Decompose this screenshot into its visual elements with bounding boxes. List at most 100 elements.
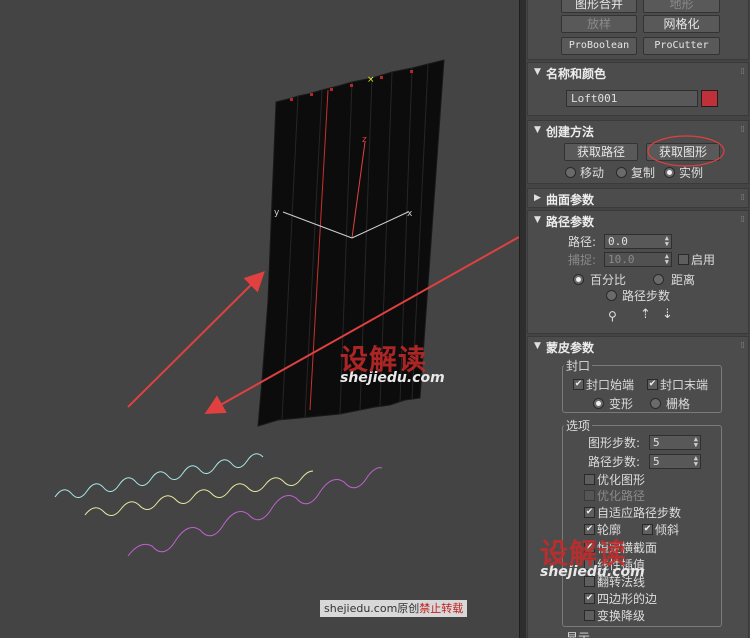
wave-shape-magenta[interactable] [127,467,383,557]
optimize-path-label: 优化路径 [597,489,646,503]
watermark-logo-text: 设解读 [340,343,428,376]
path-spinner[interactable]: 0.0 ▲ ▼ [604,234,672,249]
creation-method-title: 创建方法 [546,125,595,139]
spinner-arrows-icon[interactable]: ▲ ▼ [694,436,698,449]
gizmo-y-label: y [274,208,280,218]
procutter-button[interactable]: ProCutter [643,37,720,55]
watermark-logo-text: 设解读 [540,537,628,570]
name-color-rollout: ▼ 名称和颜色 ⁞⁞ Loft001 [527,62,749,116]
path-params-header[interactable]: ▼ 路径参数 ⁞⁞ [528,211,748,231]
snap-label: 捕捉: [568,253,597,267]
surface-params-header[interactable]: ▶ 曲面参数 ⁞⁞ [528,189,748,209]
grid-radio[interactable] [650,398,661,409]
path-label: 路径: [568,235,597,249]
display-title: 显示 [564,629,593,638]
gizmo-x-label: x [407,209,413,219]
optimize-path-checkbox[interactable] [584,490,595,501]
morph-radio[interactable] [593,398,604,409]
grip-dots-icon: ⁞⁞ [740,67,745,77]
grip-dots-icon: ⁞⁞ [740,193,745,203]
pick-shape-icon[interactable]: ⚲ [608,309,617,323]
mesher-button[interactable]: 网格化 [643,15,720,33]
creation-method-rollout: ▼ 创建方法 ⁞⁞ 获取路径 获取图形 移动 复制 实例 [527,120,749,184]
optimize-shapes-checkbox[interactable] [584,474,595,485]
credit-note: 禁止转载 [419,602,464,615]
snap-value: 10.0 [608,253,635,266]
transform-degrade-checkbox[interactable] [584,610,595,621]
credit-site: shejiedu.com原创 [324,602,420,615]
morph-label: 变形 [609,397,634,411]
object-name-field[interactable]: Loft001 [566,90,698,107]
path-steps-radio[interactable] [606,290,617,301]
grip-dots-icon: ⁞⁞ [740,125,745,135]
grip-dots-icon: ⁞⁞ [740,341,745,351]
spinner-arrows-icon[interactable]: ▲ ▼ [665,235,669,248]
expand-triangle-icon: ▶ [534,193,541,203]
credit-banner: shejiedu.com原创禁止转载 [320,600,468,617]
grid-label: 栅格 [666,397,691,411]
spinner-arrows-icon[interactable]: ▲ ▼ [694,455,698,468]
percentage-radio[interactable] [573,274,584,285]
spinner-arrows-icon[interactable]: ▲ ▼ [665,253,669,266]
shape-steps-spinner[interactable]: 5 ▲ ▼ [649,435,701,450]
collapse-triangle-icon: ▼ [534,125,541,135]
get-path-button[interactable]: 获取路径 [564,143,638,161]
snap-spinner[interactable]: 10.0 ▲ ▼ [604,252,672,267]
shape-steps-value: 5 [653,436,660,449]
instance-label: 实例 [679,166,704,180]
surface-params-title: 曲面参数 [546,193,595,207]
collapse-triangle-icon: ▼ [534,215,541,225]
gizmo-z-label: z [362,135,367,145]
adaptive-path-steps-checkbox[interactable]: ✔ [584,507,595,518]
collapse-triangle-icon: ▼ [534,341,541,351]
previous-shape-icon[interactable]: ⇡ [640,307,651,322]
loft-button[interactable]: 放样 [561,15,637,33]
cap-start-label: 封口始端 [586,378,635,392]
watermark-panel: 设解读 shejiedu.com [540,532,645,580]
skin-params-header[interactable]: ▼ 蒙皮参数 ⁞⁞ [528,337,748,357]
object-type-rollout: 图形合并 地形 放样 网格化 ProBoolean ProCutter [527,0,749,60]
options-title: 选项 [564,417,593,434]
optimize-shapes-label: 优化图形 [597,473,646,487]
wave-shape-cyan[interactable] [54,453,264,498]
cap-start-checkbox[interactable]: ✔ [573,379,584,390]
name-color-title: 名称和颜色 [546,67,607,81]
name-color-header[interactable]: ▼ 名称和颜色 ⁞⁞ [528,63,748,83]
shape-steps-label: 图形步数: [588,436,641,450]
snap-enable-label: 启用 [691,253,716,267]
percentage-label: 百分比 [590,273,627,287]
next-shape-icon[interactable]: ⇣ [662,307,673,322]
viewport-perspective[interactable]: × z y x 设解读 shejiedu.com shejiedu.com原创禁… [0,0,519,638]
cap-end-label: 封口末端 [660,378,709,392]
wave-shape-yellow[interactable] [84,470,314,516]
distance-radio[interactable] [653,274,664,285]
surface-params-rollout: ▶ 曲面参数 ⁞⁞ [527,188,749,208]
watermark-viewport: 设解读 shejiedu.com [340,338,445,386]
object-color-swatch[interactable] [701,90,718,107]
distance-label: 距离 [671,273,696,287]
collapse-triangle-icon: ▼ [534,67,541,77]
scene-canvas[interactable]: × z y x [0,0,519,638]
skin-path-steps-spinner[interactable]: 5 ▲ ▼ [649,454,701,469]
copy-label: 复制 [631,166,656,180]
proboolean-button[interactable]: ProBoolean [561,37,637,55]
skin-path-steps-label: 路径步数: [588,455,641,469]
skin-path-steps-value: 5 [653,455,660,468]
skin-params-title: 蒙皮参数 [546,341,595,355]
copy-radio[interactable] [616,167,627,178]
merge-shape-button[interactable]: 图形合并 [561,0,637,13]
instance-radio[interactable] [664,167,675,178]
grip-dots-icon: ⁞⁞ [740,215,745,225]
path-params-title: 路径参数 [546,215,595,229]
capping-title: 封口 [564,357,593,374]
cap-end-checkbox[interactable]: ✔ [647,379,658,390]
snap-enable-checkbox[interactable] [678,254,689,265]
path-params-rollout: ▼ 路径参数 ⁞⁞ 路径: 0.0 ▲ ▼ 捕捉: 10.0 ▲ ▼ 启用 百分比 距离… [527,210,749,334]
move-label: 移动 [580,166,605,180]
command-panel: 图形合并 地形 放样 网格化 ProBoolean ProCutter ▼ 名称… [526,0,750,638]
terrain-button[interactable]: 地形 [643,0,720,13]
move-radio[interactable] [565,167,576,178]
quad-sides-checkbox[interactable]: ✔ [584,593,595,604]
adaptive-path-steps-label: 自适应路径步数 [597,506,682,520]
transform-degrade-label: 变换降级 [597,609,646,623]
